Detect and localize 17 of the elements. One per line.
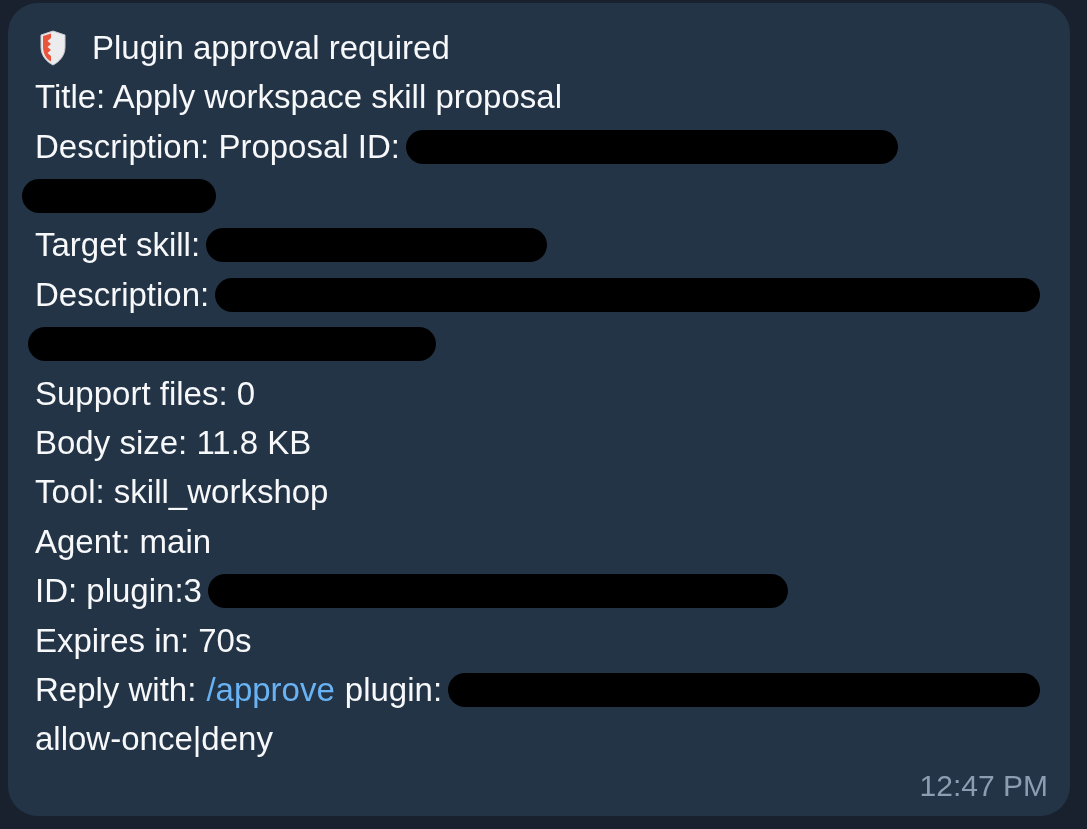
timestamp: 12:47 PM <box>919 768 1048 804</box>
shield-icon <box>40 29 66 66</box>
message-line: Tool: skill_workshop <box>35 472 329 513</box>
message-line: allow-once|deny <box>35 719 273 760</box>
message-line: Target skill: <box>35 225 201 266</box>
message-line: Description: <box>35 274 210 315</box>
message-line: Expires in: 70s <box>35 620 252 661</box>
reply-label: Reply with: <box>35 670 197 710</box>
command-link[interactable]: /approve <box>206 670 335 710</box>
message-line: Body size: 11.8 KB <box>35 422 312 463</box>
message-line: ID: plugin:3 <box>35 571 202 612</box>
message-title: Plugin approval required <box>92 27 450 68</box>
message-line: Title: Apply workspace skill proposal <box>35 77 562 118</box>
message-line: Agent: main <box>35 521 212 562</box>
reply-text: plugin: <box>344 670 443 710</box>
message-line: Support files: 0 <box>35 373 256 414</box>
message-line: Description: Proposal ID: <box>35 126 400 167</box>
